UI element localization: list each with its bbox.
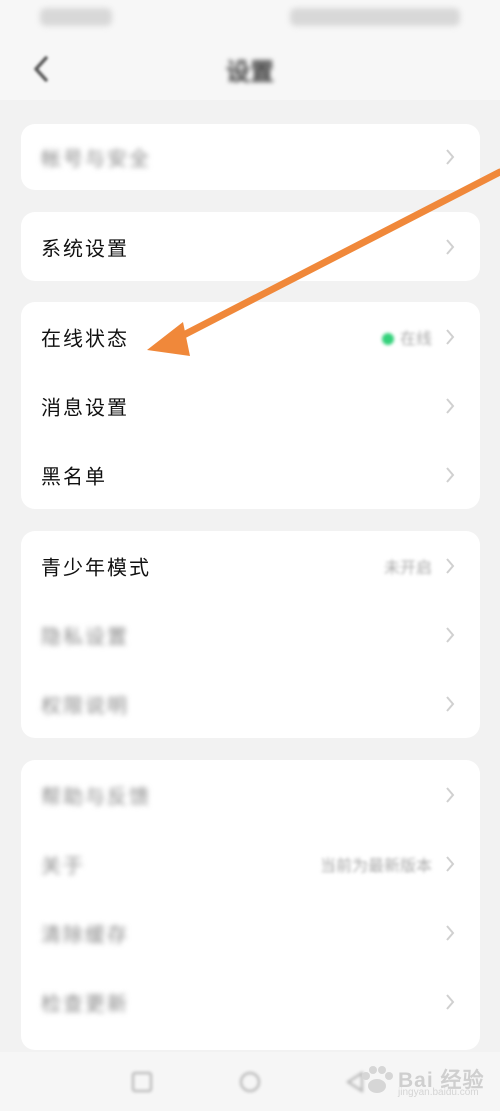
row-label: 权限说明 <box>41 693 129 717</box>
account-card: 帐号与安全 <box>21 124 480 190</box>
version-value: 当前为最新版本 <box>319 855 432 875</box>
row-label: 消息设置 <box>41 395 129 419</box>
settings-row-permissions[interactable]: 权限说明 <box>21 669 480 738</box>
status-card: 在线状态 在线 消息设置 黑名单 <box>21 302 480 509</box>
row-label: 帐号与安全 <box>41 146 151 171</box>
teen-mode-value: 未开启 <box>383 557 432 577</box>
row-label: 青少年模式 <box>41 555 151 579</box>
settings-row-clear-cache[interactable]: 清除缓存 <box>21 898 480 967</box>
page-title: 设置 <box>226 58 274 86</box>
paw-logo-icon <box>362 1066 393 1093</box>
chevron-right-icon <box>446 695 455 712</box>
privacy-card: 青少年模式 未开启 隐私设置 权限说明 <box>21 531 480 738</box>
settings-row-help[interactable]: 帮助与反馈 <box>21 760 480 829</box>
settings-row-blacklist[interactable]: 黑名单 <box>21 440 480 509</box>
row-label: 黑名单 <box>41 464 107 488</box>
chevron-right-icon <box>446 397 455 414</box>
row-label: 清除缓存 <box>41 922 129 946</box>
watermark-url: jingyan.baidu.com <box>398 1087 479 1098</box>
status-bar <box>0 0 500 36</box>
settings-row-message[interactable]: 消息设置 <box>21 371 480 440</box>
chevron-right-icon <box>446 855 455 872</box>
chevron-right-icon <box>446 786 455 803</box>
row-label: 隐私设置 <box>41 624 129 648</box>
settings-row-about[interactable]: 关于 当前为最新版本 <box>21 829 480 898</box>
chevron-right-icon <box>446 993 455 1010</box>
chevron-right-icon <box>446 626 455 643</box>
settings-row-system[interactable]: 系统设置 <box>21 212 480 281</box>
settings-row-online-status[interactable]: 在线状态 在线 <box>21 302 480 371</box>
chevron-right-icon <box>446 557 455 574</box>
navigation-bar: 设置 <box>0 36 500 100</box>
row-label: 系统设置 <box>41 236 129 260</box>
online-dot-icon <box>381 333 394 345</box>
settings-row-teen-mode[interactable]: 青少年模式 未开启 <box>21 531 480 600</box>
baidu-jingyan-watermark: Bai 经验 jingyan.baidu.com <box>358 1060 486 1100</box>
chevron-right-icon <box>446 924 455 941</box>
row-label: 关于 <box>41 853 85 877</box>
row-label: 在线状态 <box>41 326 129 350</box>
row-label: 检查更新 <box>41 991 129 1015</box>
settings-row-account-security[interactable]: 帐号与安全 <box>21 124 480 190</box>
system-card: 系统设置 <box>21 212 480 281</box>
settings-row-check-update[interactable]: 检查更新 <box>21 967 480 1036</box>
chevron-right-icon <box>446 466 455 483</box>
settings-row-privacy[interactable]: 隐私设置 <box>21 600 480 669</box>
chevron-right-icon <box>446 328 455 345</box>
chevron-right-icon <box>446 149 455 165</box>
recent-apps-icon[interactable] <box>128 1068 156 1096</box>
online-status-value: 在线 <box>381 325 432 349</box>
row-label: 帮助与反馈 <box>41 784 151 808</box>
about-card: 帮助与反馈 关于 当前为最新版本 清除缓存 检查更新 <box>21 760 480 1050</box>
home-icon[interactable] <box>236 1068 264 1096</box>
chevron-right-icon <box>446 238 455 255</box>
